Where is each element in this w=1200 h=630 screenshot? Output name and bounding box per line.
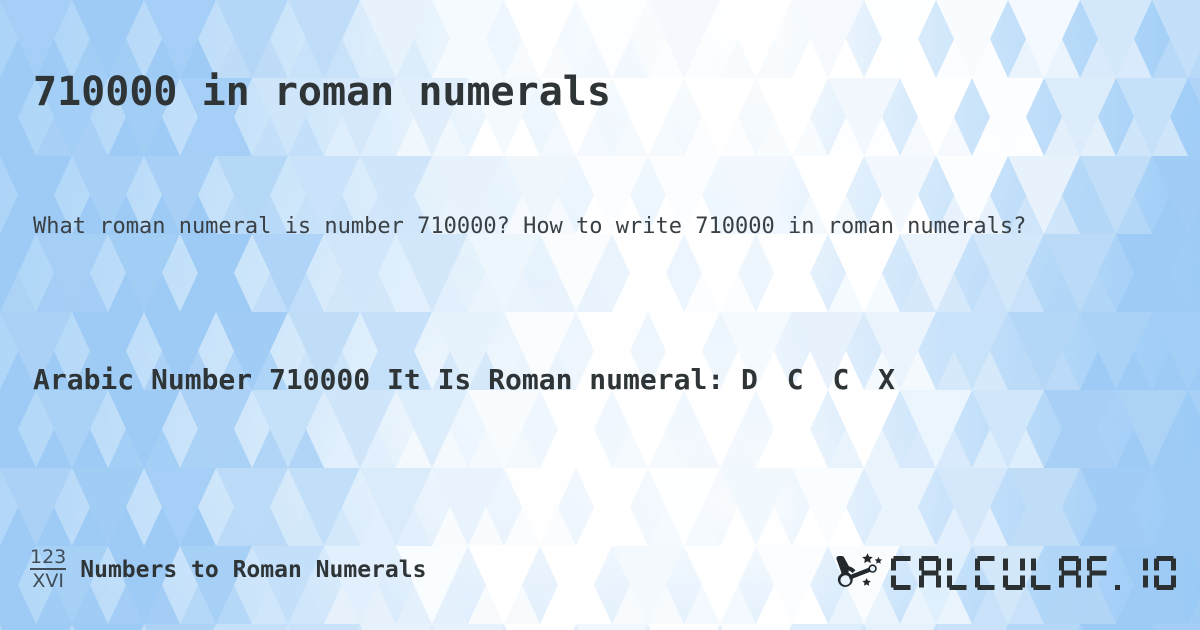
roman-numeral-result: D C C X	[741, 363, 902, 396]
content-layer: 710000 in roman numerals What roman nume…	[0, 0, 1200, 630]
page-root: 710000 in roman numerals What roman nume…	[0, 0, 1200, 630]
logo-denominator: XVI	[32, 570, 64, 592]
numbers-to-roman-logo-icon: 123 XVI	[30, 546, 67, 592]
footer-site-title: Numbers to Roman Numerals	[80, 556, 427, 583]
answer-statement: Arabic Number 710000 It Is Roman numeral…	[33, 363, 725, 396]
calculatio-lcd-text	[891, 556, 1176, 590]
logo-numerator: 123	[30, 546, 67, 570]
page-title: 710000 in roman numerals	[33, 68, 611, 115]
page-description: What roman numeral is number 710000? How…	[33, 214, 1027, 239]
footer: 123 XVI Numbers to Roman Numerals	[0, 548, 1200, 610]
hand-magic-wand-icon	[836, 553, 883, 587]
answer-block: Arabic Number 710000 It Is Roman numeral…	[33, 355, 1093, 405]
calculatio-wordmark	[891, 552, 1182, 594]
footer-brand-group[interactable]: 123 XVI Numbers to Roman Numerals	[30, 548, 426, 591]
calculatio-brand-link[interactable]	[833, 550, 1182, 596]
